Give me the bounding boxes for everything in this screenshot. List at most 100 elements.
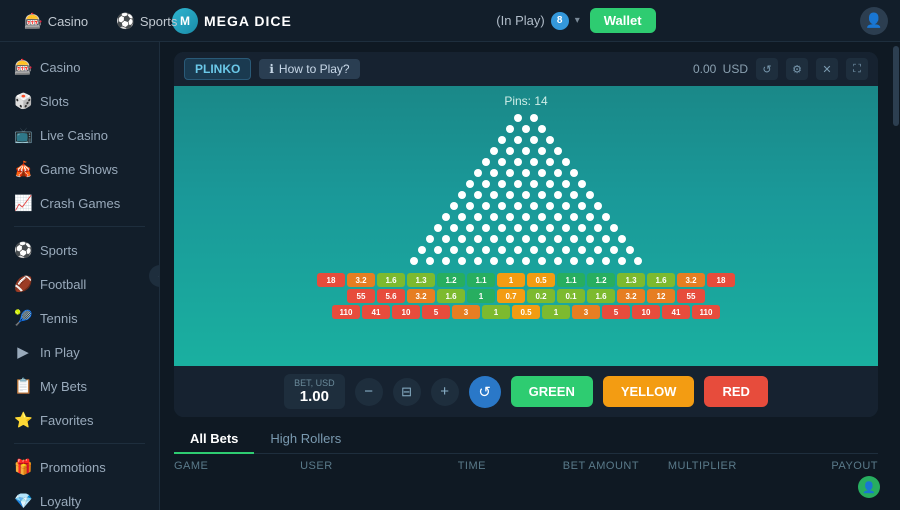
sidebar-item-game-shows[interactable]: 🎪 Game Shows xyxy=(0,152,159,186)
bet-value: 1.00 xyxy=(294,388,335,405)
pin xyxy=(514,202,522,210)
pin xyxy=(490,213,498,221)
red-button[interactable]: RED xyxy=(704,376,767,407)
pin xyxy=(594,202,602,210)
mult-cell: 1.6 xyxy=(437,289,465,303)
pin xyxy=(522,213,530,221)
sidebar-item-promotions[interactable]: 🎁 Promotions xyxy=(0,450,159,484)
mult-cell: 41 xyxy=(362,305,390,319)
multiplier-row-3: 11041105310.51351041110 xyxy=(194,305,858,319)
currency-label: USD xyxy=(723,62,748,76)
pin xyxy=(434,224,442,232)
refresh-frame-button[interactable]: ↺ xyxy=(756,58,778,80)
sidebar-item-casino[interactable]: 🎰 Casino xyxy=(0,50,159,84)
promotions-icon: 🎁 xyxy=(14,458,32,476)
pin xyxy=(538,191,546,199)
pin xyxy=(506,147,514,155)
settings-button[interactable]: ⚙ xyxy=(786,58,808,80)
pin xyxy=(546,180,554,188)
pin xyxy=(602,213,610,221)
mult-cell: 1.2 xyxy=(437,273,465,287)
tab-high-rollers[interactable]: High Rollers xyxy=(254,425,357,454)
green-button[interactable]: GREEN xyxy=(511,376,593,407)
pin xyxy=(618,235,626,243)
pin xyxy=(498,180,506,188)
pin xyxy=(546,246,554,254)
online-indicator: 👤 xyxy=(858,476,880,498)
sidebar-item-favorites[interactable]: ⭐ Favorites xyxy=(0,403,159,437)
pin xyxy=(586,191,594,199)
sidebar-item-in-play[interactable]: ▶ In Play xyxy=(0,335,159,369)
col-header-bet: Bet Amount xyxy=(563,460,668,472)
pin xyxy=(466,202,474,210)
pin xyxy=(546,224,554,232)
sidebar-item-slots[interactable]: 🎲 Slots xyxy=(0,84,159,118)
mult-cell: 1 xyxy=(497,273,525,287)
sidebar-item-sports[interactable]: ⚽ Sports xyxy=(0,233,159,267)
stack-icon[interactable]: ⊟ xyxy=(393,378,421,406)
pin xyxy=(490,191,498,199)
decrease-bet-button[interactable]: − xyxy=(355,378,383,406)
sidebar-divider-1 xyxy=(14,226,145,227)
pin xyxy=(594,246,602,254)
sidebar-item-loyalty[interactable]: 💎 Loyalty xyxy=(0,484,159,510)
pin xyxy=(434,246,442,254)
how-to-play-button[interactable]: ℹ How to Play? xyxy=(259,59,359,79)
mult-cell: 1.2 xyxy=(587,273,615,287)
pin xyxy=(538,169,546,177)
user-avatar[interactable]: 👤 xyxy=(860,7,888,35)
pin xyxy=(450,202,458,210)
sidebar-label-tennis: Tennis xyxy=(40,311,78,326)
in-play-badge[interactable]: (In Play) 8 ▾ xyxy=(496,12,579,30)
mult-cell: 3.2 xyxy=(407,289,435,303)
frame-actions: 0.00 USD ↺ ⚙ ✕ ⛶ xyxy=(693,58,868,80)
mult-cell: 1.3 xyxy=(407,273,435,287)
auto-bet-button[interactable]: ↺ xyxy=(469,376,501,408)
pin xyxy=(570,257,578,265)
pin xyxy=(442,235,450,243)
sidebar-item-crash-games[interactable]: 📈 Crash Games xyxy=(0,186,159,220)
pin xyxy=(506,257,514,265)
close-frame-button[interactable]: ✕ xyxy=(816,58,838,80)
mult-cell: 110 xyxy=(692,305,720,319)
sidebar-item-my-bets[interactable]: 📋 My Bets xyxy=(0,369,159,403)
fullscreen-button[interactable]: ⛶ xyxy=(846,58,868,80)
pin xyxy=(594,224,602,232)
tab-bar: All Bets High Rollers xyxy=(174,425,878,454)
right-scrollbar[interactable] xyxy=(892,42,900,510)
sidebar-item-football[interactable]: 🏈 Football xyxy=(0,267,159,301)
yellow-button[interactable]: YELLOW xyxy=(603,376,695,407)
casino-tab[interactable]: 🎰 Casino xyxy=(12,6,100,36)
pin xyxy=(482,158,490,166)
mult-cell: 1.3 xyxy=(617,273,645,287)
pin xyxy=(530,136,538,144)
mult-cell: 0.5 xyxy=(512,305,540,319)
sidebar-item-tennis[interactable]: 🎾 Tennis xyxy=(0,301,159,335)
tabs-area: All Bets High Rollers Game User Time Bet… xyxy=(174,417,878,478)
live-casino-icon: 📺 xyxy=(14,126,32,144)
sidebar-label-favorites: Favorites xyxy=(40,413,93,428)
pin xyxy=(546,158,554,166)
game-frame: PLINKO ℹ How to Play? 0.00 USD ↺ ⚙ ✕ ⛶ xyxy=(174,52,878,417)
col-header-time: Time xyxy=(458,460,563,472)
pins-label: Pins: 14 xyxy=(194,94,858,108)
increase-bet-button[interactable]: + xyxy=(431,378,459,406)
tab-all-bets[interactable]: All Bets xyxy=(174,425,254,454)
pin xyxy=(458,213,466,221)
pin xyxy=(410,257,418,265)
loyalty-icon: 💎 xyxy=(14,492,32,510)
pin-row xyxy=(470,169,582,177)
pin xyxy=(482,202,490,210)
pin xyxy=(498,202,506,210)
football-icon: 🏈 xyxy=(14,275,32,293)
sidebar-item-live-casino[interactable]: 📺 Live Casino xyxy=(0,118,159,152)
wallet-button[interactable]: Wallet xyxy=(590,8,656,33)
pin xyxy=(522,125,530,133)
pin xyxy=(466,180,474,188)
pin-row xyxy=(502,125,550,133)
in-play-count: 8 xyxy=(551,12,569,30)
pin xyxy=(530,202,538,210)
sports-tab[interactable]: ⚽ Sports xyxy=(104,6,189,36)
balance-value: 0.00 xyxy=(693,62,716,76)
col-header-payout: Payout xyxy=(773,460,878,472)
